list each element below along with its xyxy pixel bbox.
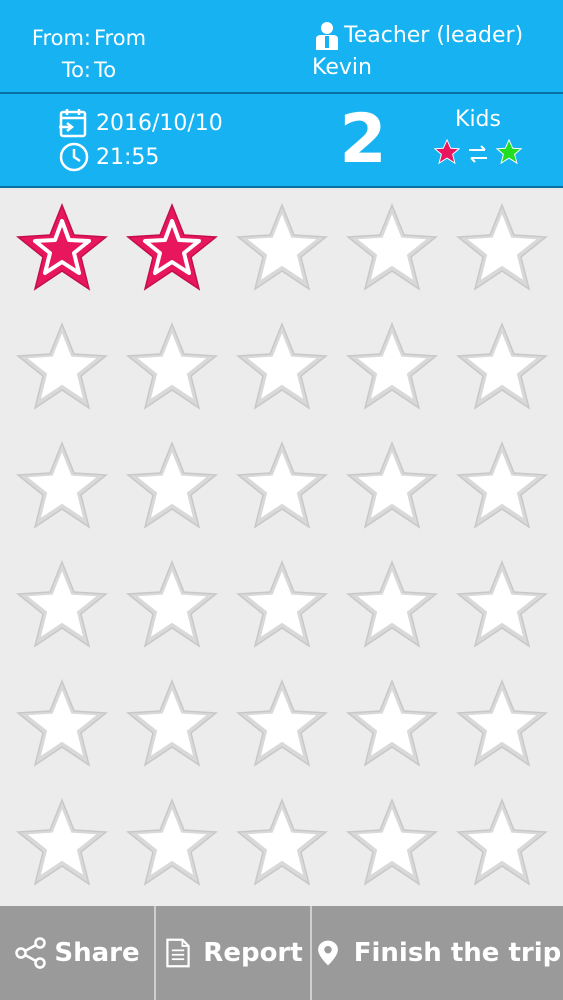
kid-star-empty[interactable]	[344, 200, 440, 296]
kid-star-empty[interactable]	[124, 319, 220, 415]
share-label: Share	[54, 938, 140, 968]
kid-star-empty[interactable]	[454, 557, 550, 653]
from-value[interactable]: From	[94, 22, 146, 54]
time-row: 21:55	[58, 140, 223, 174]
kid-star-empty[interactable]	[234, 557, 330, 653]
finish-trip-label: Finish the trip	[353, 938, 562, 968]
leader-role-row: Teacher (leader)	[312, 20, 523, 52]
kid-star-empty[interactable]	[124, 438, 220, 534]
to-value[interactable]: To	[94, 54, 116, 86]
kid-star-empty[interactable]	[14, 438, 110, 534]
share-button[interactable]: Share	[0, 906, 156, 1000]
kids-count: 2	[339, 100, 387, 179]
kid-star-empty[interactable]	[344, 795, 440, 891]
trip-datetime: 2016/10/10 21:55	[58, 106, 223, 174]
kid-star-empty[interactable]	[344, 557, 440, 653]
leader-name: Kevin	[312, 55, 372, 80]
date-row: 2016/10/10	[58, 106, 223, 140]
bottom-action-bar: Share Report Finish the trip	[0, 906, 563, 1000]
kid-star-empty[interactable]	[344, 438, 440, 534]
kid-star-empty[interactable]	[14, 795, 110, 891]
trip-date: 2016/10/10	[96, 110, 223, 136]
kids-toggle[interactable]: Kids	[428, 106, 528, 170]
kid-star-empty[interactable]	[454, 438, 550, 534]
kid-star-empty[interactable]	[124, 676, 220, 772]
route-from-row: From: From	[28, 22, 146, 54]
star-swap	[428, 138, 528, 170]
kid-star-empty[interactable]	[234, 795, 330, 891]
kid-star-empty[interactable]	[454, 676, 550, 772]
to-label: To:	[61, 58, 91, 82]
report-label: Report	[203, 938, 303, 968]
header-status: 2016/10/10 21:55 2 Kids	[0, 94, 563, 186]
kid-star-empty[interactable]	[454, 795, 550, 891]
trip-time: 21:55	[96, 144, 160, 170]
kid-star-empty[interactable]	[454, 200, 550, 296]
kid-star-empty[interactable]	[124, 557, 220, 653]
share-icon	[14, 936, 48, 970]
finish-trip-button[interactable]: Finish the trip	[312, 906, 563, 1000]
kid-star-filled[interactable]	[14, 200, 110, 296]
kid-star-empty[interactable]	[234, 200, 330, 296]
calendar-icon	[58, 107, 90, 139]
kid-star-empty[interactable]	[234, 319, 330, 415]
kid-star-empty[interactable]	[344, 319, 440, 415]
kid-star-empty[interactable]	[234, 676, 330, 772]
kid-star-empty[interactable]	[124, 795, 220, 891]
kid-star-empty[interactable]	[234, 438, 330, 534]
kid-star-empty[interactable]	[454, 319, 550, 415]
person-icon	[312, 21, 342, 51]
kid-star-empty[interactable]	[14, 676, 110, 772]
status-divider	[0, 186, 563, 188]
kid-star-empty[interactable]	[344, 676, 440, 772]
kid-star-empty[interactable]	[14, 557, 110, 653]
leader-role: Teacher (leader)	[344, 23, 524, 48]
report-button[interactable]: Report	[156, 906, 312, 1000]
location-pin-icon	[314, 936, 348, 970]
app-root: From: From To: To Teacher (leader) Kevin…	[0, 0, 563, 1000]
kid-star-filled[interactable]	[124, 200, 220, 296]
route-info: From: From To: To	[28, 22, 146, 86]
kids-star-grid	[0, 190, 563, 906]
route-to-row: To: To	[28, 54, 146, 86]
swap-arrows-icon	[467, 143, 489, 165]
from-label: From:	[31, 26, 91, 50]
kids-label: Kids	[455, 107, 501, 132]
kid-star-empty[interactable]	[14, 319, 110, 415]
leader-info[interactable]: Teacher (leader) Kevin	[312, 20, 523, 84]
header-route: From: From To: To Teacher (leader) Kevin	[0, 0, 563, 92]
clock-icon	[58, 141, 90, 173]
green-star-icon	[495, 138, 523, 170]
pink-star-icon	[433, 138, 461, 170]
report-icon	[163, 936, 197, 970]
